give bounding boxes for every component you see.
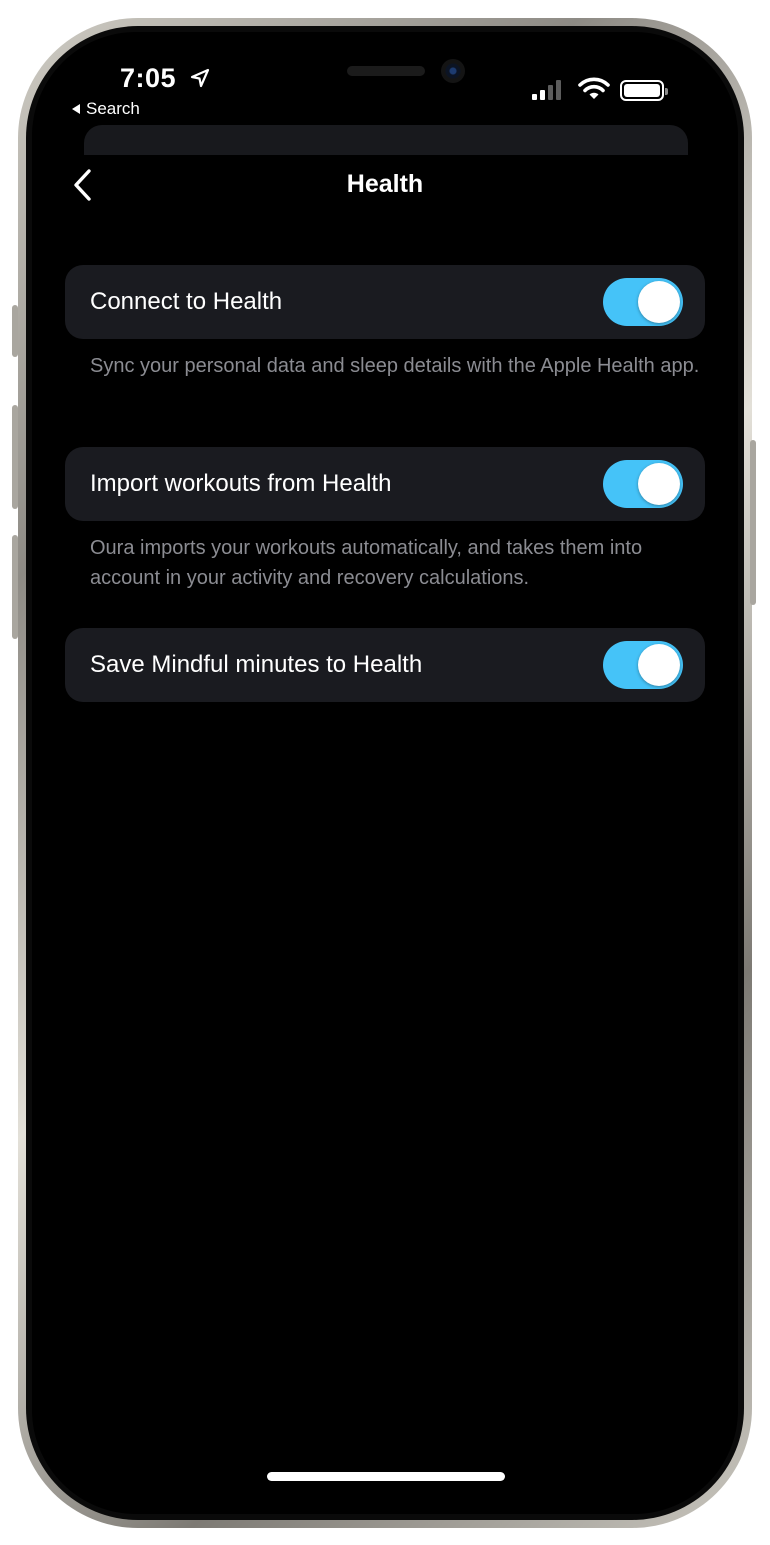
toggle-knob [638, 281, 680, 323]
setting-caption: Sync your personal data and sleep detail… [90, 355, 700, 377]
back-to-app-label: Search [86, 99, 140, 118]
toggle-knob [638, 463, 680, 505]
setting-caption: Oura imports your workouts automatically… [90, 537, 643, 589]
home-indicator[interactable] [267, 1472, 505, 1481]
setting-row-save-mindful-minutes[interactable]: Save Mindful minutes to Health [65, 628, 705, 702]
setting-label: Save Mindful minutes to Health [90, 651, 423, 678]
stacked-sheet-edge [84, 125, 688, 155]
setting-label: Connect to Health [90, 288, 283, 315]
status-time: 7:05 [120, 63, 177, 93]
earpiece-speaker [347, 66, 425, 76]
mute-switch [12, 305, 18, 357]
wifi-icon [578, 77, 610, 99]
volume-up-button [12, 405, 18, 509]
cellular-signal-icon [532, 80, 561, 100]
setting-row-import-workouts[interactable]: Import workouts from Health [65, 447, 705, 521]
front-camera [441, 59, 465, 83]
volume-down-button [12, 535, 18, 639]
setting-label: Import workouts from Health [90, 470, 392, 497]
battery-icon [620, 80, 668, 101]
page-title: Health [346, 170, 424, 198]
setting-row-connect-to-health[interactable]: Connect to Health [65, 265, 705, 339]
toggle-knob [638, 644, 680, 686]
connect-to-health-toggle[interactable] [603, 278, 683, 326]
location-arrow-icon [190, 68, 210, 88]
import-workouts-toggle[interactable] [603, 460, 683, 508]
save-mindful-minutes-toggle[interactable] [603, 641, 683, 689]
power-button [750, 440, 756, 605]
screen: 7:05 Search Health Connect to Health Syn… [32, 32, 738, 1514]
back-triangle-icon [72, 104, 80, 114]
back-to-app-link[interactable]: Search [72, 99, 140, 119]
